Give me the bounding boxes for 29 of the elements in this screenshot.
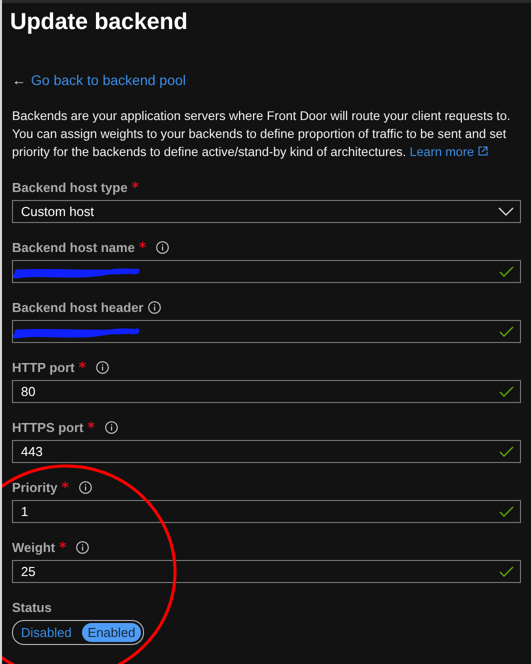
toggle-option[interactable]: Disabled (15, 623, 78, 642)
required-mark: * (62, 480, 69, 496)
field-label: Priority (12, 480, 58, 495)
input-field[interactable]: 25 (12, 560, 521, 583)
input-field[interactable] (12, 260, 521, 283)
required-mark: * (88, 420, 95, 436)
required-mark: * (132, 180, 139, 196)
external-link-icon (477, 145, 490, 157)
input-field[interactable] (12, 320, 521, 343)
input-field[interactable]: 1 (12, 500, 521, 523)
input-field[interactable]: 443 (12, 440, 521, 463)
dropdown[interactable]: Custom host (12, 200, 521, 223)
field-label: Backend host name (12, 240, 135, 255)
field-label: Weight (12, 540, 56, 555)
field-label: Backend host type (12, 180, 128, 195)
page-title: Update backend (10, 7, 189, 36)
description-text: Backends are your application servers where Front Door will route your client requests to. You can assign weights to your backends to define proportion of traffic to be sent and set priority for the backends to define active/stand-by kind of architectures. Learn more (12, 108, 512, 161)
field-label: HTTPS port (12, 420, 84, 435)
required-mark: * (59, 540, 66, 556)
required-mark: * (138, 240, 146, 256)
field-label: HTTP port (12, 360, 75, 375)
field-label: Backend host header (12, 300, 144, 315)
field-label: Status (12, 600, 52, 615)
chevron-down-icon (498, 207, 514, 216)
toggle-option[interactable]: Enabled (82, 623, 142, 642)
learn-more-link[interactable]: Learn more (410, 145, 490, 159)
required-mark: * (78, 360, 86, 376)
back-link[interactable]: ← Go back to backend pool (12, 72, 186, 88)
input-field[interactable]: 80 (12, 380, 521, 403)
